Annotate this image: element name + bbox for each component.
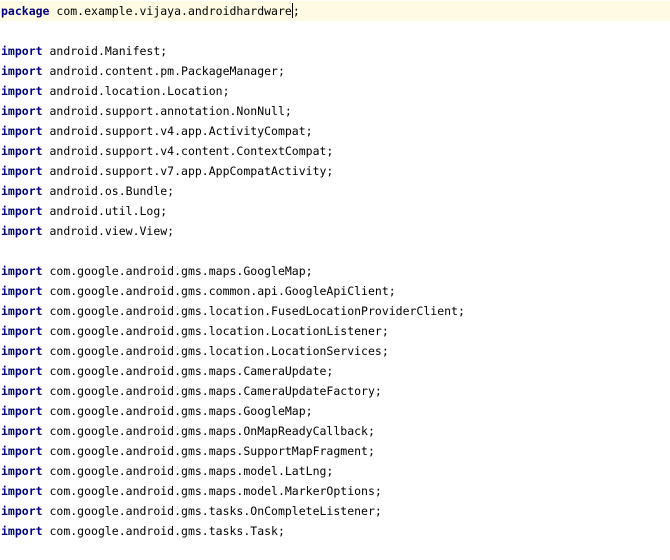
code-text: android.content.pm.PackageManager; [49, 64, 285, 78]
code-line[interactable]: import com.google.android.gms.maps.OnMap… [0, 421, 670, 441]
code-text: com.google.android.gms.maps.GoogleMap; [49, 404, 313, 418]
code-line[interactable]: import android.Manifest; [0, 41, 670, 61]
code-line[interactable]: import android.support.v4.content.Contex… [0, 141, 670, 161]
keyword-token: import [1, 504, 43, 518]
code-line[interactable]: import android.support.v7.app.AppCompatA… [0, 161, 670, 181]
keyword-token: import [1, 124, 43, 138]
code-line[interactable]: import com.google.android.gms.tasks.OnCo… [0, 501, 670, 521]
keyword-token: import [1, 84, 43, 98]
code-text: com.google.android.gms.maps.CameraUpdate… [49, 364, 334, 378]
code-line[interactable]: import android.util.Log; [0, 201, 670, 221]
keyword-token: import [1, 184, 43, 198]
code-text: com.google.android.gms.maps.SupportMapFr… [49, 444, 375, 458]
code-line[interactable]: import android.support.annotation.NonNul… [0, 101, 670, 121]
keyword-token: import [1, 464, 43, 478]
keyword-token: import [1, 364, 43, 378]
code-text: com.google.android.gms.maps.model.LatLng… [49, 464, 334, 478]
code-text: com.google.android.gms.common.api.Google… [49, 284, 396, 298]
code-line[interactable]: import com.google.android.gms.maps.model… [0, 481, 670, 501]
code-text: com.google.android.gms.maps.OnMapReadyCa… [49, 424, 375, 438]
keyword-token: import [1, 224, 43, 238]
keyword-token: import [1, 144, 43, 158]
keyword-token: import [1, 324, 43, 338]
code-text: android.view.View; [49, 224, 175, 238]
code-text: com.google.android.gms.tasks.Task; [49, 524, 285, 538]
code-text: android.support.v4.content.ContextCompat… [49, 144, 334, 158]
code-text: com.google.android.gms.location.Location… [49, 324, 389, 338]
code-line[interactable] [0, 241, 670, 261]
code-line[interactable]: package com.example.vijaya.androidhardwa… [0, 1, 670, 21]
keyword-token: import [1, 484, 43, 498]
code-text: com.google.android.gms.tasks.OnCompleteL… [49, 504, 382, 518]
code-text: android.support.annotation.NonNull; [49, 104, 292, 118]
code-line[interactable]: import com.google.android.gms.maps.Camer… [0, 361, 670, 381]
code-line[interactable]: import android.content.pm.PackageManager… [0, 61, 670, 81]
code-line[interactable]: import android.support.v4.app.ActivityCo… [0, 121, 670, 141]
keyword-token: import [1, 524, 43, 538]
code-text: com.google.android.gms.location.FusedLoc… [49, 304, 465, 318]
code-line[interactable]: import android.location.Location; [0, 81, 670, 101]
keyword-token: package [1, 4, 50, 18]
keyword-token: import [1, 204, 43, 218]
code-line[interactable]: import com.google.android.gms.maps.Googl… [0, 401, 670, 421]
keyword-token: import [1, 384, 43, 398]
code-line[interactable]: import com.google.android.gms.common.api… [0, 281, 670, 301]
code-area[interactable]: package com.example.vijaya.androidhardwa… [0, 1, 670, 541]
code-line[interactable]: import com.google.android.gms.maps.Camer… [0, 381, 670, 401]
code-line[interactable]: import com.google.android.gms.location.L… [0, 321, 670, 341]
code-line[interactable]: import com.google.android.gms.tasks.Task… [0, 521, 670, 541]
code-text: android.util.Log; [49, 204, 168, 218]
keyword-token: import [1, 284, 43, 298]
code-line[interactable]: import com.google.android.gms.maps.model… [0, 461, 670, 481]
code-text: com.google.android.gms.maps.GoogleMap; [49, 264, 313, 278]
code-editor[interactable]: package com.example.vijaya.androidhardwa… [0, 0, 670, 560]
keyword-token: import [1, 304, 43, 318]
code-text: com.example.vijaya.androidhardware [56, 4, 292, 18]
code-text: android.Manifest; [49, 44, 168, 58]
code-line[interactable]: import android.view.View; [0, 221, 670, 241]
keyword-token: import [1, 344, 43, 358]
code-text: android.support.v4.app.ActivityCompat; [49, 124, 313, 138]
keyword-token: import [1, 104, 43, 118]
code-text: android.location.Location; [49, 84, 230, 98]
keyword-token: import [1, 404, 43, 418]
code-line[interactable] [0, 21, 670, 41]
code-text: com.google.android.gms.maps.model.Marker… [49, 484, 382, 498]
keyword-token: import [1, 444, 43, 458]
code-line[interactable]: import com.google.android.gms.location.L… [0, 341, 670, 361]
code-text: com.google.android.gms.maps.CameraUpdate… [49, 384, 382, 398]
keyword-token: import [1, 264, 43, 278]
code-terminator: ; [292, 4, 300, 18]
code-text: android.support.v7.app.AppCompatActivity… [49, 164, 334, 178]
code-line[interactable]: import com.google.android.gms.location.F… [0, 301, 670, 321]
code-line[interactable]: import com.google.android.gms.maps.Googl… [0, 261, 670, 281]
keyword-token: import [1, 64, 43, 78]
code-text: com.google.android.gms.location.Location… [49, 344, 389, 358]
code-line[interactable]: import com.google.android.gms.maps.Suppo… [0, 441, 670, 461]
keyword-token: import [1, 424, 43, 438]
keyword-token: import [1, 44, 43, 58]
code-line[interactable]: import android.os.Bundle; [0, 181, 670, 201]
keyword-token: import [1, 164, 43, 178]
code-text: android.os.Bundle; [49, 184, 175, 198]
